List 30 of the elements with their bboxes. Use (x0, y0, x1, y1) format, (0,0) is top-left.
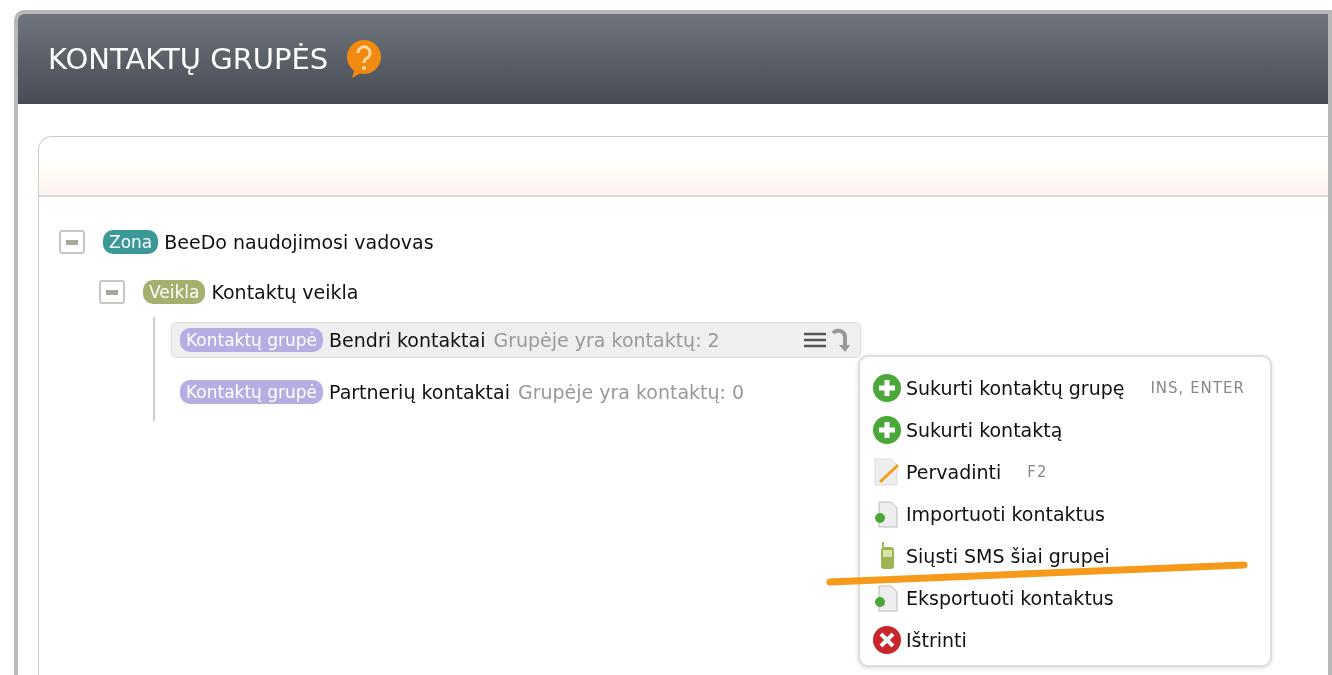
collapse-toggle[interactable] (99, 280, 125, 304)
add-icon (872, 415, 902, 445)
menu-item[interactable]: Sukurti kontaktų grupę INS, ENTER (872, 367, 1270, 409)
page-title: KONTAKTŲ GRUPĖS (48, 42, 329, 76)
type-tag: Zona (103, 230, 159, 254)
menu-icon[interactable] (804, 332, 826, 348)
menu-item[interactable]: Importuoti kontaktus (872, 493, 1270, 535)
tree-item[interactable]: Kontaktų grupė Bendri kontaktai Grupėje yra kontaktų: 2 (171, 322, 861, 358)
pencil-document-icon (872, 457, 902, 487)
add-icon (872, 373, 902, 403)
menu-item[interactable]: Ištrinti (872, 619, 1270, 661)
shortcut-hint: F2 (1027, 463, 1048, 481)
type-tag: Kontaktų grupė (180, 380, 324, 404)
delete-icon (872, 625, 902, 655)
menu-item[interactable]: Siųsti SMS šiai grupei (872, 535, 1270, 577)
tree-label[interactable]: BeeDo naudojimosi vadovas (164, 231, 434, 253)
contact-count: Grupėje yra kontaktų: 0 (517, 381, 745, 403)
collapse-toggle[interactable] (59, 230, 85, 254)
tree-label[interactable]: Kontaktų veikla (211, 281, 359, 303)
contact-count: Grupėje yra kontaktų: 2 (493, 329, 720, 351)
help-icon[interactable] (346, 39, 383, 79)
menu-item[interactable]: Pervadinti F2 (872, 451, 1270, 493)
menu-item[interactable]: Eksportuoti kontaktus (872, 577, 1270, 619)
type-tag: Kontaktų grupė (180, 328, 324, 352)
menu-item[interactable]: Sukurti kontaktą (872, 409, 1270, 451)
type-tag: Veikla (143, 280, 206, 304)
tree-label: Bendri kontaktai (329, 329, 486, 351)
shortcut-hint: INS, ENTER (1150, 379, 1245, 397)
tree-item[interactable]: Kontaktų grupė Partnerių kontaktai Grupėje yra kontaktų: 0 (171, 375, 756, 409)
tree-label: Partnerių kontaktai (329, 381, 510, 403)
